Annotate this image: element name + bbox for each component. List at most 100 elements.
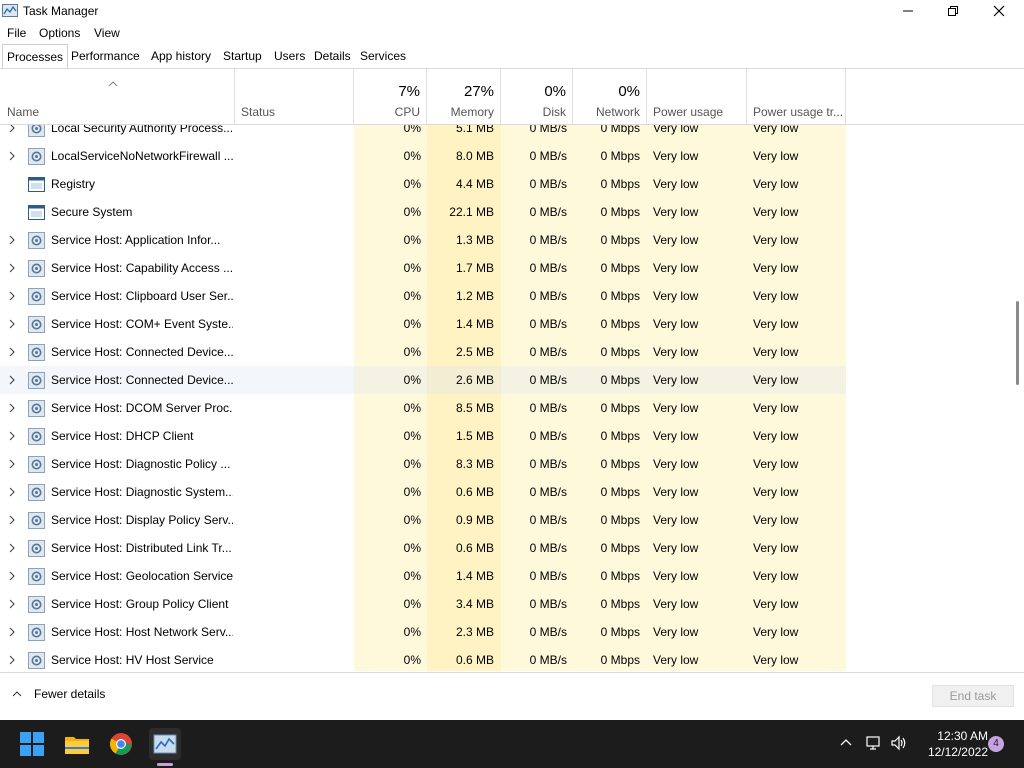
disk-value: 0 MB/s xyxy=(529,625,567,639)
tab-users[interactable]: Users xyxy=(270,44,309,68)
process-row[interactable]: Service Host: Capability Access ... 0% 1.7… xyxy=(0,254,846,282)
column-status[interactable]: Status xyxy=(235,69,354,124)
tab-app-history[interactable]: App history xyxy=(147,44,215,68)
process-row[interactable]: Service Host: COM+ Event Syste... 0% 1.4 M… xyxy=(0,310,846,338)
tab-details[interactable]: Details xyxy=(310,44,355,68)
minimize-button[interactable] xyxy=(885,0,931,22)
network-value: 0 Mbps xyxy=(600,149,640,163)
tab-services[interactable]: Services xyxy=(356,44,410,68)
memory-value: 0.6 MB xyxy=(455,541,494,555)
network-value: 0 Mbps xyxy=(600,233,640,247)
menu-options[interactable]: Options xyxy=(39,26,80,40)
column-memory[interactable]: 27% Memory xyxy=(427,69,501,124)
column-network[interactable]: 0% Network xyxy=(573,69,647,124)
network-value: 0 Mbps xyxy=(600,261,640,275)
scrollbar-thumb[interactable] xyxy=(1016,301,1019,385)
column-cpu[interactable]: 7% CPU xyxy=(354,69,427,124)
chevron-right-icon[interactable] xyxy=(8,347,16,357)
tab-startup[interactable]: Startup xyxy=(219,44,266,68)
process-row[interactable]: Service Host: DCOM Server Proc... 0% 8.5 M… xyxy=(0,394,846,422)
process-row[interactable]: Service Host: Distributed Link Tr... 0% 0.… xyxy=(0,534,846,562)
process-row[interactable]: Service Host: Application Infor... 0% 1.3 … xyxy=(0,226,846,254)
process-row[interactable]: Service Host: Clipboard User Ser... 0% 1.2… xyxy=(0,282,846,310)
network-icon[interactable] xyxy=(866,735,882,751)
column-name[interactable]: Name xyxy=(0,69,235,124)
task-manager-taskbar-icon[interactable] xyxy=(149,728,181,760)
column-power-usage-trend[interactable]: Power usage tr... xyxy=(747,69,846,124)
network-value: 0 Mbps xyxy=(600,177,640,191)
memory-total: 27% xyxy=(463,83,494,100)
process-row[interactable]: Service Host: Connected Device... 0% 2.5 M… xyxy=(0,338,846,366)
process-row[interactable]: Registry 0% 4.4 MB 0 MB/s 0 Mbps Very low Very… xyxy=(0,170,846,198)
chevron-right-icon[interactable] xyxy=(8,571,16,581)
service-gear-icon xyxy=(28,288,45,305)
cpu-value: 0% xyxy=(403,125,421,135)
process-row[interactable]: Service Host: Host Network Serv... 0% 2.3 … xyxy=(0,618,846,646)
process-name: Service Host: Geolocation Service xyxy=(51,569,233,583)
chevron-right-icon[interactable] xyxy=(8,459,16,469)
process-row[interactable]: Service Host: Display Policy Serv... 0% 0.… xyxy=(0,506,846,534)
process-row[interactable]: Service Host: Geolocation Service 0% 1.4 M… xyxy=(0,562,846,590)
chevron-right-icon[interactable] xyxy=(8,375,16,385)
process-row[interactable]: Service Host: DHCP Client 0% 1.5 MB 0 MB/s 0… xyxy=(0,422,846,450)
memory-value: 2.3 MB xyxy=(455,625,494,639)
menu-view[interactable]: View xyxy=(94,26,120,40)
vertical-scrollbar[interactable] xyxy=(1014,125,1024,671)
chevron-right-icon[interactable] xyxy=(8,263,16,273)
memory-value: 3.4 MB xyxy=(455,597,494,611)
tab-processes[interactable]: Processes xyxy=(2,44,69,68)
chevron-up-icon[interactable] xyxy=(840,738,852,746)
process-row[interactable]: Service Host: Group Policy Client 0% 3.4 M… xyxy=(0,590,846,618)
chevron-right-icon[interactable] xyxy=(8,627,16,637)
memory-value: 22.1 MB xyxy=(449,205,494,219)
disk-value: 0 MB/s xyxy=(529,233,567,247)
chevron-right-icon[interactable] xyxy=(8,151,16,161)
process-name: LocalServiceNoNetworkFirewall ... xyxy=(51,149,233,163)
column-disk[interactable]: 0% Disk xyxy=(501,69,573,124)
process-row[interactable]: Service Host: Diagnostic System... 0% 0.6 … xyxy=(0,478,846,506)
clock[interactable]: 12:30 AM 12/12/2022 xyxy=(918,728,988,760)
column-memory-label: Memory xyxy=(450,105,494,119)
chevron-right-icon[interactable] xyxy=(8,543,16,553)
disk-value: 0 MB/s xyxy=(529,541,567,555)
process-row[interactable]: Secure System 0% 22.1 MB 0 MB/s 0 Mbps Very l… xyxy=(0,198,846,226)
power-trend-value: Very low xyxy=(753,149,799,163)
notification-badge[interactable]: 4 xyxy=(988,736,1004,752)
power-trend-value: Very low xyxy=(753,373,799,387)
column-name-label: Name xyxy=(7,105,40,119)
volume-icon[interactable] xyxy=(890,735,908,751)
chevron-right-icon[interactable] xyxy=(8,599,16,609)
chevron-right-icon[interactable] xyxy=(8,235,16,245)
menu-file[interactable]: File xyxy=(7,26,26,40)
disk-value: 0 MB/s xyxy=(529,317,567,331)
chevron-right-icon[interactable] xyxy=(8,125,16,133)
process-row[interactable]: Service Host: Diagnostic Policy ... 0% 8.3… xyxy=(0,450,846,478)
chevron-right-icon[interactable] xyxy=(8,291,16,301)
memory-value: 8.3 MB xyxy=(455,457,494,471)
chevron-right-icon[interactable] xyxy=(8,431,16,441)
process-row[interactable]: Local Security Authority Process... 0% 5.1… xyxy=(0,125,846,142)
chevron-right-icon[interactable] xyxy=(8,487,16,497)
network-value: 0 Mbps xyxy=(600,541,640,555)
cpu-value: 0% xyxy=(403,625,421,639)
power-trend-value: Very low xyxy=(753,125,799,135)
close-button[interactable] xyxy=(976,0,1022,22)
chevron-right-icon[interactable] xyxy=(8,515,16,525)
file-explorer-icon[interactable] xyxy=(61,728,93,760)
windows-start-icon[interactable] xyxy=(16,728,48,760)
cpu-value: 0% xyxy=(403,569,421,583)
end-task-button[interactable]: End task xyxy=(932,685,1014,707)
process-row[interactable]: Service Host: HV Host Service 0% 0.6 MB 0 M… xyxy=(0,646,846,671)
process-row[interactable]: LocalServiceNoNetworkFirewall ... 0% 8.0 M… xyxy=(0,142,846,170)
process-row[interactable]: Service Host: Connected Device... 0% 2.6 M… xyxy=(0,366,846,394)
chevron-right-icon[interactable] xyxy=(8,655,16,665)
chevron-right-icon[interactable] xyxy=(8,319,16,329)
tab-performance[interactable]: Performance xyxy=(67,44,144,68)
cpu-value: 0% xyxy=(403,205,421,219)
column-power-usage[interactable]: Power usage xyxy=(647,69,747,124)
restore-button[interactable] xyxy=(930,0,976,22)
service-gear-icon xyxy=(28,568,45,585)
chrome-icon[interactable] xyxy=(105,728,137,760)
system-window-icon xyxy=(28,176,45,193)
chevron-right-icon[interactable] xyxy=(8,403,16,413)
